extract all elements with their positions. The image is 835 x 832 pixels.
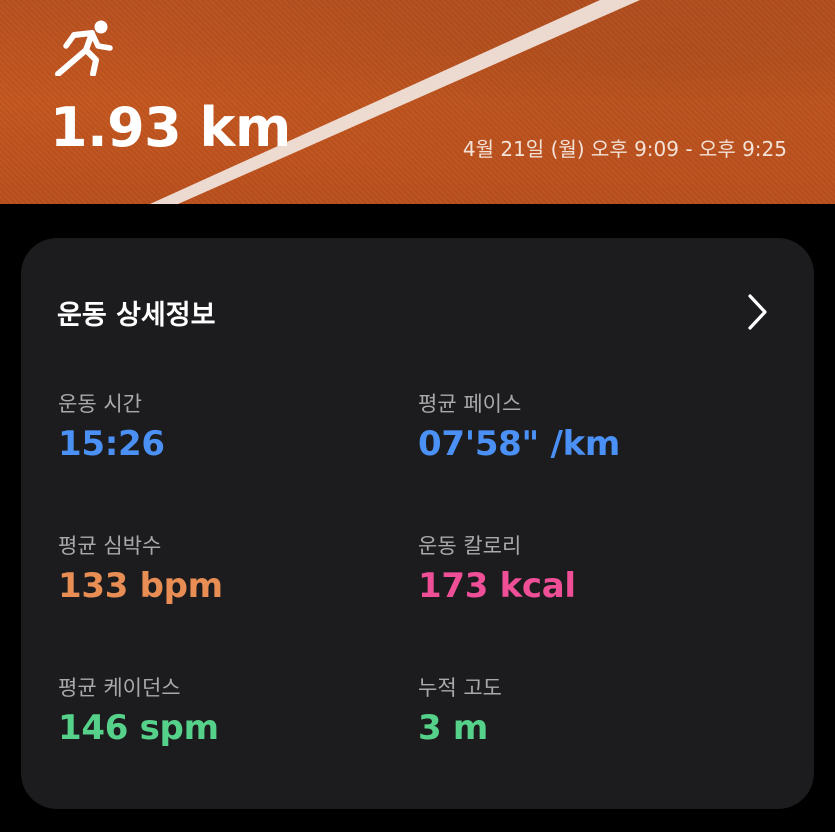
total-distance: 1.93 km	[50, 96, 291, 159]
chevron-right-icon[interactable]	[743, 292, 771, 332]
running-person-icon	[55, 20, 113, 76]
metric-average-heart-rate: 평균 심박수 133 bpm	[58, 530, 388, 606]
metric-label: 누적 고도	[418, 676, 502, 700]
metric-value: 07'58" /km	[418, 424, 621, 464]
metric-label: 운동 칼로리	[418, 534, 522, 558]
metric-average-pace: 평균 페이스 07'58" /km	[418, 388, 748, 464]
metric-value: 3 m	[418, 708, 489, 748]
workout-hero-banner: 1.93 km 4월 21일 (월) 오후 9:09 - 오후 9:25	[0, 0, 835, 204]
metric-average-cadence: 평균 케이던스 146 spm	[58, 672, 388, 748]
metric-value: 15:26	[58, 424, 165, 464]
metric-value: 146 spm	[58, 708, 219, 748]
metric-elevation-gain: 누적 고도 3 m	[418, 672, 748, 748]
metric-label: 평균 페이스	[418, 392, 522, 416]
metric-label: 운동 시간	[58, 392, 142, 416]
metric-calories: 운동 칼로리 173 kcal	[418, 530, 748, 606]
metric-label: 평균 케이던스	[58, 676, 181, 700]
workout-datetime: 4월 21일 (월) 오후 9:09 - 오후 9:25	[462, 137, 787, 161]
metric-value: 173 kcal	[418, 566, 576, 606]
metric-value: 133 bpm	[58, 566, 223, 606]
workout-details-card[interactable]: 운동 상세정보 운동 시간 15:26 평균 페이스 07'58" /km 평균…	[21, 238, 814, 809]
card-title: 운동 상세정보	[57, 300, 216, 331]
metric-label: 평균 심박수	[58, 534, 162, 558]
metric-workout-time: 운동 시간 15:26	[58, 388, 388, 464]
